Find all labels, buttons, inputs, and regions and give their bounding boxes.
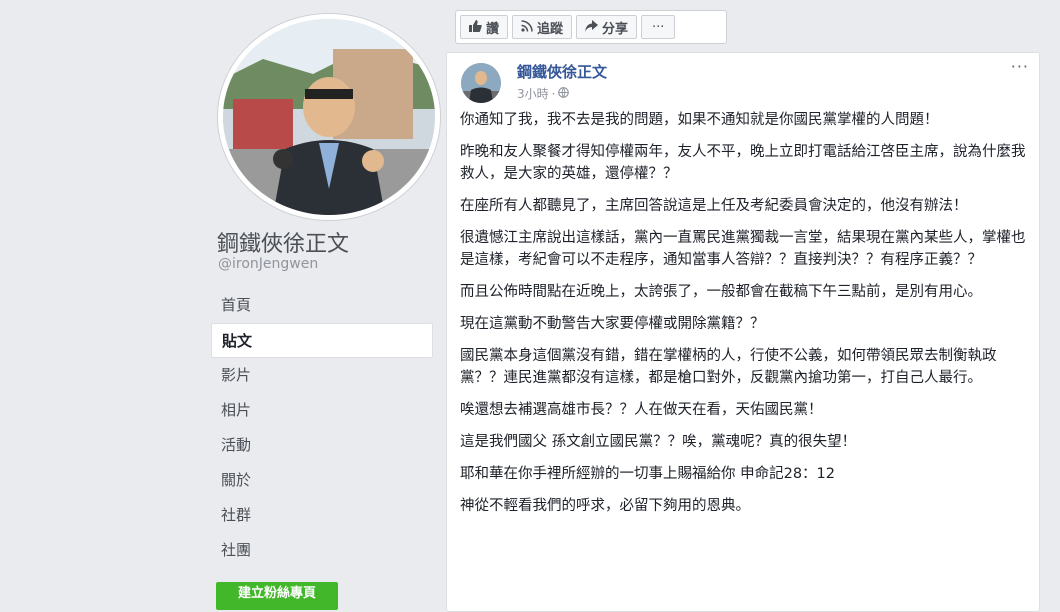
meta-separator: · [551, 86, 556, 101]
nav-item-groups[interactable]: 社團 [211, 533, 433, 568]
create-page-button[interactable]: 建立粉絲專頁 [216, 582, 338, 610]
author-avatar-image [461, 63, 501, 103]
nav-item-events[interactable]: 活動 [211, 428, 433, 463]
post-paragraph: 神從不輕看我們的呼求，必留下夠用的恩典。 [460, 498, 750, 514]
post-paragraph: 耶和華在你手裡所經辦的一切事上賜福給你 申命記28：12 [460, 466, 836, 482]
nav-item-home[interactable]: 首頁 [211, 288, 433, 323]
page-handle[interactable]: @ironJengwen [218, 256, 318, 272]
nav-item-photos[interactable]: 相片 [211, 393, 433, 428]
post-paragraph: 這是我們國父 孫文創立國民黨？？唉，黨魂呢？真的很失望！ [460, 434, 857, 450]
post-paragraph: 在座所有人都聽見了，主席回答說這是上任及考紀委員會決定的，他沒有辦法！ [460, 198, 968, 214]
post-timestamp[interactable]: 3小時 [517, 85, 549, 102]
post-author-name[interactable]: 鋼鐵俠徐正文 [517, 61, 607, 82]
like-button[interactable]: 讚 [460, 15, 509, 39]
post-paragraph: 國民黨本身這個黨沒有錯，錯在掌權柄的人，行使不公義，如何帶領民眾去制衡執政黨？？… [460, 348, 997, 386]
post-paragraph: 現在這黨動不動警告大家要停權或開除黨籍？？ [460, 316, 765, 332]
nav-item-videos[interactable]: 影片 [211, 358, 433, 393]
more-icon: ··· [652, 19, 665, 35]
post-author-avatar[interactable] [461, 63, 501, 103]
page-title: 鋼鐵俠徐正文 [217, 232, 350, 257]
page-action-bar: 讚 追蹤 分享 ··· [455, 10, 727, 44]
post-paragraph: 你通知了我，我不去是我的問題，如果不通知就是你國民黨掌權的人問題！ [460, 112, 939, 128]
post-paragraph: 唉還想去補選高雄市長？？人在做天在看，天佑國民黨！ [460, 402, 823, 418]
nav-item-posts[interactable]: 貼文 [211, 323, 433, 358]
share-button[interactable]: 分享 [576, 15, 638, 39]
page-nav: 首頁 貼文 影片 相片 活動 關於 社群 社團 [211, 288, 433, 568]
follow-button[interactable]: 追蹤 [512, 15, 573, 39]
more-button[interactable]: ··· [641, 15, 676, 39]
profile-picture[interactable] [218, 14, 440, 220]
share-label: 分享 [602, 21, 629, 37]
rss-icon [521, 19, 533, 35]
share-arrow-icon [585, 19, 599, 35]
follow-label: 追蹤 [537, 21, 564, 37]
post-paragraph: 而且公佈時間點在近晚上，太誇張了，一般都會在截稿下午三點前，是別有用心。 [460, 284, 982, 300]
post-text: 你通知了我，我不去是我的問題，如果不通知就是你國民黨掌權的人問題！ 昨晚和友人聚… [460, 109, 1026, 527]
post-paragraph: 很遺憾江主席說出這樣話，黨內一直罵民進黨獨裁一言堂，結果現在黨內某些人，掌權也是… [460, 230, 1026, 268]
like-label: 讚 [486, 21, 500, 37]
thumbs-up-icon [469, 19, 482, 35]
profile-photo-image [223, 19, 435, 215]
post-meta: 3小時 · [517, 85, 570, 102]
nav-item-community[interactable]: 社群 [211, 498, 433, 533]
nav-item-about[interactable]: 關於 [211, 463, 433, 498]
post-card: 鋼鐵俠徐正文 3小時 · ··· 你通知了我，我不去是我的問題，如果不通知就是你… [446, 52, 1040, 612]
post-options-icon[interactable]: ··· [1011, 57, 1029, 76]
globe-icon [558, 86, 570, 101]
post-paragraph: 昨晚和友人聚餐才得知停權兩年，友人不平，晚上立即打電話給江啓臣主席，說為什麼我救… [460, 144, 1026, 182]
